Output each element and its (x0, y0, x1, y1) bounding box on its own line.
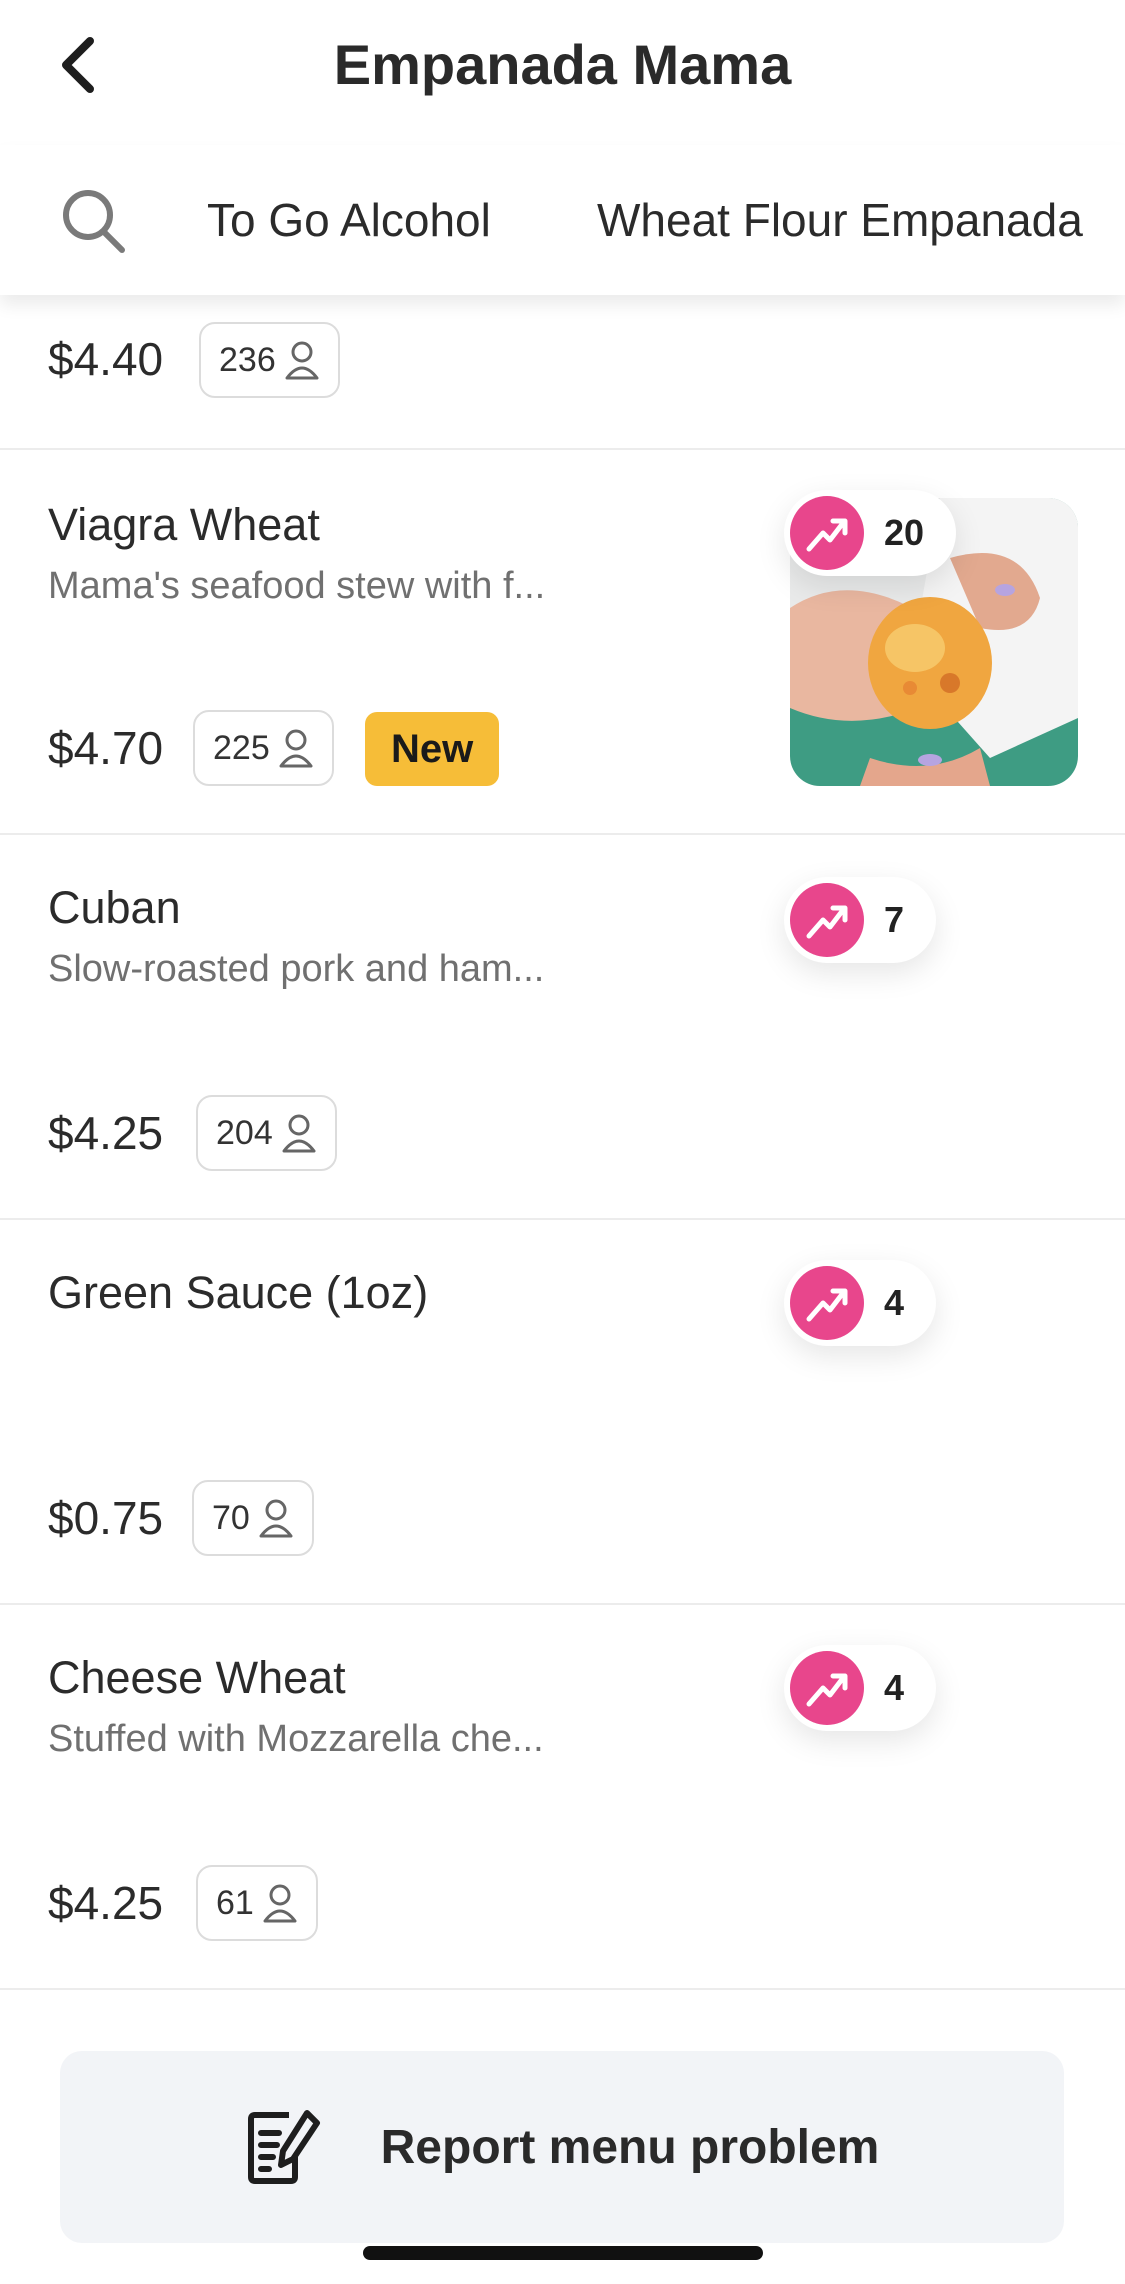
order-count-badge: 225 (193, 710, 334, 786)
person-icon (285, 341, 319, 380)
trending-up-icon (790, 1266, 864, 1340)
item-name: Viagra Wheat (48, 499, 320, 550)
category-tabs: To Go Alcohol Wheat Flour Empanada (0, 145, 1125, 295)
item-name: Cheese Wheat (48, 1652, 346, 1703)
item-name: Cuban (48, 882, 181, 933)
item-price: $4.25 (48, 1107, 164, 1159)
trending-up-icon (790, 1651, 864, 1725)
new-badge: New (365, 712, 500, 786)
order-count-badge: 236 (199, 322, 340, 398)
trending-count: 4 (884, 1282, 905, 1323)
report-menu-problem-button[interactable]: Report menu problem (60, 2051, 1064, 2243)
item-price: $4.70 (48, 722, 164, 774)
item-price: $0.75 (48, 1492, 164, 1544)
page-title: Empanada Mama (333, 33, 792, 96)
tab-wheat-flour-empanada[interactable]: Wheat Flour Empanada (597, 195, 1083, 245)
list-item[interactable]: $4.40 236 (0, 295, 1125, 450)
person-icon (259, 1499, 293, 1538)
order-count-badge: 204 (196, 1095, 337, 1171)
search-icon (63, 190, 125, 253)
order-count: 61 (216, 1883, 254, 1922)
header: Empanada Mama (0, 0, 1125, 145)
list-item[interactable]: Green Sauce (1oz) $0.75 70 4 (0, 1220, 1125, 1605)
trending-up-icon (790, 883, 864, 957)
item-name: Green Sauce (1oz) (48, 1267, 429, 1318)
trending-count: 7 (884, 899, 905, 940)
order-count-badge: 61 (196, 1865, 318, 1941)
trending-badge: 20 (784, 490, 957, 576)
trending-count: 4 (884, 1667, 905, 1708)
report-menu-problem-label: Report menu problem (380, 2120, 880, 2174)
person-icon (263, 1884, 297, 1923)
search-button[interactable] (58, 185, 130, 257)
trending-count: 20 (884, 512, 925, 553)
list-item[interactable]: Cheese Wheat Stuffed with Mozzarella che… (0, 1605, 1125, 1990)
person-icon (282, 1114, 316, 1153)
item-description: Mama's seafood stew with f... (48, 565, 546, 607)
item-description: Slow-roasted pork and ham... (48, 948, 545, 990)
item-price: $4.40 (48, 333, 164, 385)
trending-up-icon (790, 496, 864, 570)
edit-document-icon (247, 2110, 320, 2184)
tab-to-go-alcohol[interactable]: To Go Alcohol (207, 195, 491, 245)
list-item[interactable]: Cuban Slow-roasted pork and ham... $4.25… (0, 835, 1125, 1220)
order-count: 225 (213, 728, 270, 767)
order-count: 236 (219, 340, 276, 379)
order-count-badge: 70 (192, 1480, 314, 1556)
trending-badge: 7 (784, 877, 937, 963)
trending-badge: 4 (784, 1260, 937, 1346)
person-icon (279, 729, 313, 768)
order-count: 204 (216, 1113, 273, 1152)
home-indicator[interactable] (363, 2246, 763, 2260)
order-count: 70 (212, 1498, 250, 1537)
item-description: Stuffed with Mozzarella che... (48, 1718, 544, 1760)
trending-badge: 4 (784, 1645, 937, 1731)
item-price: $4.25 (48, 1877, 164, 1929)
list-item[interactable]: Viagra Wheat Mama's seafood stew with f.… (0, 450, 1125, 835)
